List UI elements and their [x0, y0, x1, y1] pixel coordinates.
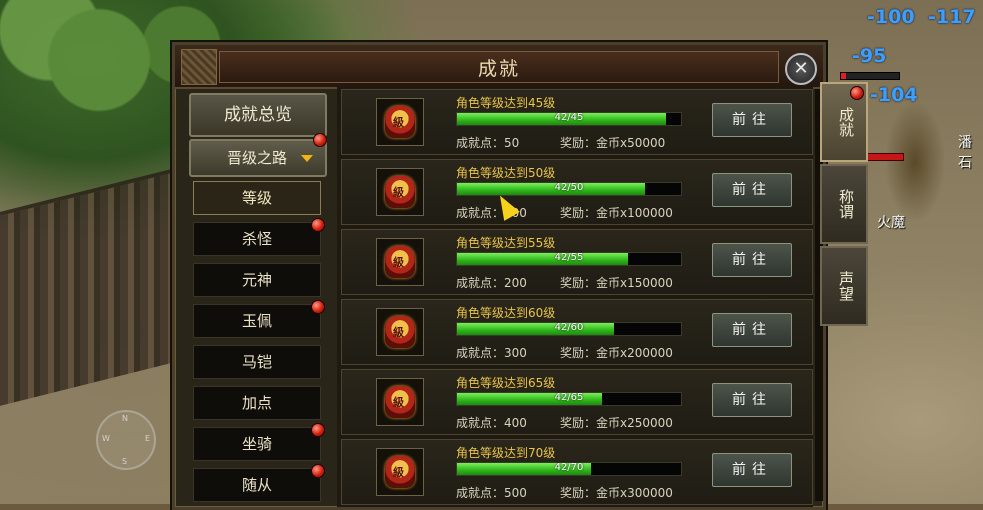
- corner-ornament-left: [181, 49, 217, 85]
- side-tab[interactable]: 声望: [820, 246, 868, 326]
- notification-dot-icon: [311, 218, 325, 232]
- npc-name: 潘石: [958, 135, 972, 171]
- achievement-row: 角色等级达到45级 42/45 成就点：50 奖励：金币x50000 前往: [341, 89, 813, 155]
- npc-name: 火魔: [877, 215, 905, 231]
- sidebar-item[interactable]: 元神: [193, 263, 321, 297]
- go-button[interactable]: 前往: [712, 173, 792, 207]
- achievement-icon: [376, 168, 424, 216]
- enemy-character[interactable]: [880, 92, 950, 232]
- title-bar: 成就 ✕: [175, 45, 823, 89]
- progress-bar: 42/60: [456, 322, 682, 336]
- achievement-panel: 成就 ✕ 成就总览 晋级之路 等级杀怪元神玉佩马铠加点坐骑随从 角色等级达到45…: [172, 42, 826, 510]
- medal-icon: [385, 316, 415, 348]
- dropdown-label: 晋级之路: [227, 149, 288, 167]
- compass-n: N: [122, 414, 128, 423]
- compass-s: S: [122, 457, 128, 466]
- notification-dot-icon: [311, 300, 325, 314]
- achievement-name: 角色等级达到60级: [456, 306, 556, 320]
- achievement-reward: 奖励：金币x250000: [560, 416, 673, 430]
- notification-dot-icon: [313, 133, 327, 147]
- medal-icon: [385, 176, 415, 208]
- achievement-row: 角色等级达到60级 42/60 成就点：300 奖励：金币x200000 前往: [341, 299, 813, 365]
- progress-text: 42/45: [554, 112, 584, 123]
- achievement-name: 角色等级达到65级: [456, 376, 556, 390]
- achievement-icon: [376, 448, 424, 496]
- go-button[interactable]: 前往: [712, 383, 792, 417]
- sidebar-item[interactable]: 玉佩: [193, 304, 321, 338]
- sidebar-item[interactable]: 等级: [193, 181, 321, 215]
- side-tab[interactable]: 称谓: [820, 164, 868, 244]
- medal-icon: [385, 386, 415, 418]
- go-button[interactable]: 前往: [712, 313, 792, 347]
- sidebar-item[interactable]: 加点: [193, 386, 321, 420]
- damage-number: -95: [852, 45, 887, 67]
- notification-dot-icon: [311, 423, 325, 437]
- achievement-points: 成就点：300: [456, 346, 527, 360]
- achievement-reward: 奖励：金币x100000: [560, 206, 673, 220]
- achievement-reward: 奖励：金币x150000: [560, 276, 673, 290]
- sidebar-item[interactable]: 马铠: [193, 345, 321, 379]
- enemy-hp-bar: [840, 72, 900, 80]
- compass-w: W: [102, 434, 110, 443]
- achievement-row: 角色等级达到55级 42/55 成就点：200 奖励：金币x150000 前往: [341, 229, 813, 295]
- achievement-icon: [376, 98, 424, 146]
- achievement-points: 成就点：50: [456, 136, 520, 150]
- progress-bar: 42/45: [456, 112, 682, 126]
- sidebar-item[interactable]: 杀怪: [193, 222, 321, 256]
- achievement-name: 角色等级达到55级: [456, 236, 556, 250]
- achievement-icon: [376, 308, 424, 356]
- sidebar-item[interactable]: 随从: [193, 468, 321, 502]
- progress-text: 42/60: [554, 322, 584, 333]
- notification-dot-icon: [850, 86, 864, 100]
- compass-e: E: [144, 434, 150, 443]
- achievement-name: 角色等级达到50级: [456, 166, 556, 180]
- chevron-down-icon: [301, 155, 313, 162]
- panel-title: 成就: [477, 58, 520, 80]
- go-button[interactable]: 前往: [712, 103, 792, 137]
- minimap-compass[interactable]: N E S W: [96, 410, 156, 470]
- go-button[interactable]: 前往: [712, 453, 792, 487]
- progress-bar: 42/70: [456, 462, 682, 476]
- progress-bar: 42/65: [456, 392, 682, 406]
- category-dropdown[interactable]: 晋级之路: [189, 139, 327, 177]
- wooden-fence: [0, 168, 175, 406]
- overview-button[interactable]: 成就总览: [189, 93, 327, 137]
- damage-number: -100: [867, 6, 915, 28]
- achievement-name: 角色等级达到70级: [456, 446, 556, 460]
- achievement-points: 成就点：400: [456, 416, 527, 430]
- achievement-row: 角色等级达到65级 42/65 成就点：400 奖励：金币x250000 前往: [341, 369, 813, 435]
- progress-text: 42/50: [554, 182, 584, 193]
- progress-text: 42/70: [554, 462, 584, 473]
- achievement-reward: 奖励：金币x50000: [560, 136, 666, 150]
- medal-icon: [385, 246, 415, 278]
- go-button[interactable]: 前往: [712, 243, 792, 277]
- progress-bar: 42/50: [456, 182, 682, 196]
- close-button[interactable]: ✕: [785, 53, 817, 85]
- notification-dot-icon: [311, 464, 325, 478]
- achievement-points: 成就点：200: [456, 276, 527, 290]
- damage-number: -117: [928, 6, 976, 28]
- achievement-reward: 奖励：金币x200000: [560, 346, 673, 360]
- progress-text: 42/65: [554, 392, 584, 403]
- progress-bar: 42/55: [456, 252, 682, 266]
- achievement-row: 角色等级达到50级42/50成就点：100奖励：金币x100000前往: [341, 159, 813, 225]
- damage-number: -104: [870, 84, 918, 106]
- title-plate: 成就: [219, 51, 779, 83]
- category-sidebar: 成就总览 晋级之路 等级杀怪元神玉佩马铠加点坐骑随从: [183, 89, 327, 502]
- achievement-icon: [376, 238, 424, 286]
- progress-text: 42/55: [554, 252, 584, 263]
- achievement-name: 角色等级达到45级: [456, 96, 556, 110]
- achievement-reward: 奖励：金币x300000: [560, 486, 673, 500]
- achievement-icon: [376, 378, 424, 426]
- achievement-list: 角色等级达到45级42/45成就点：50奖励：金币x50000前往角色等级达到5…: [337, 87, 813, 507]
- medal-icon: [385, 106, 415, 138]
- achievement-row: 角色等级达到70级 42/70 成就点：500 奖励：金币x300000 前往: [341, 439, 813, 505]
- sidebar-item[interactable]: 坐骑: [193, 427, 321, 461]
- achievement-points: 成就点：500: [456, 486, 527, 500]
- medal-icon: [385, 456, 415, 488]
